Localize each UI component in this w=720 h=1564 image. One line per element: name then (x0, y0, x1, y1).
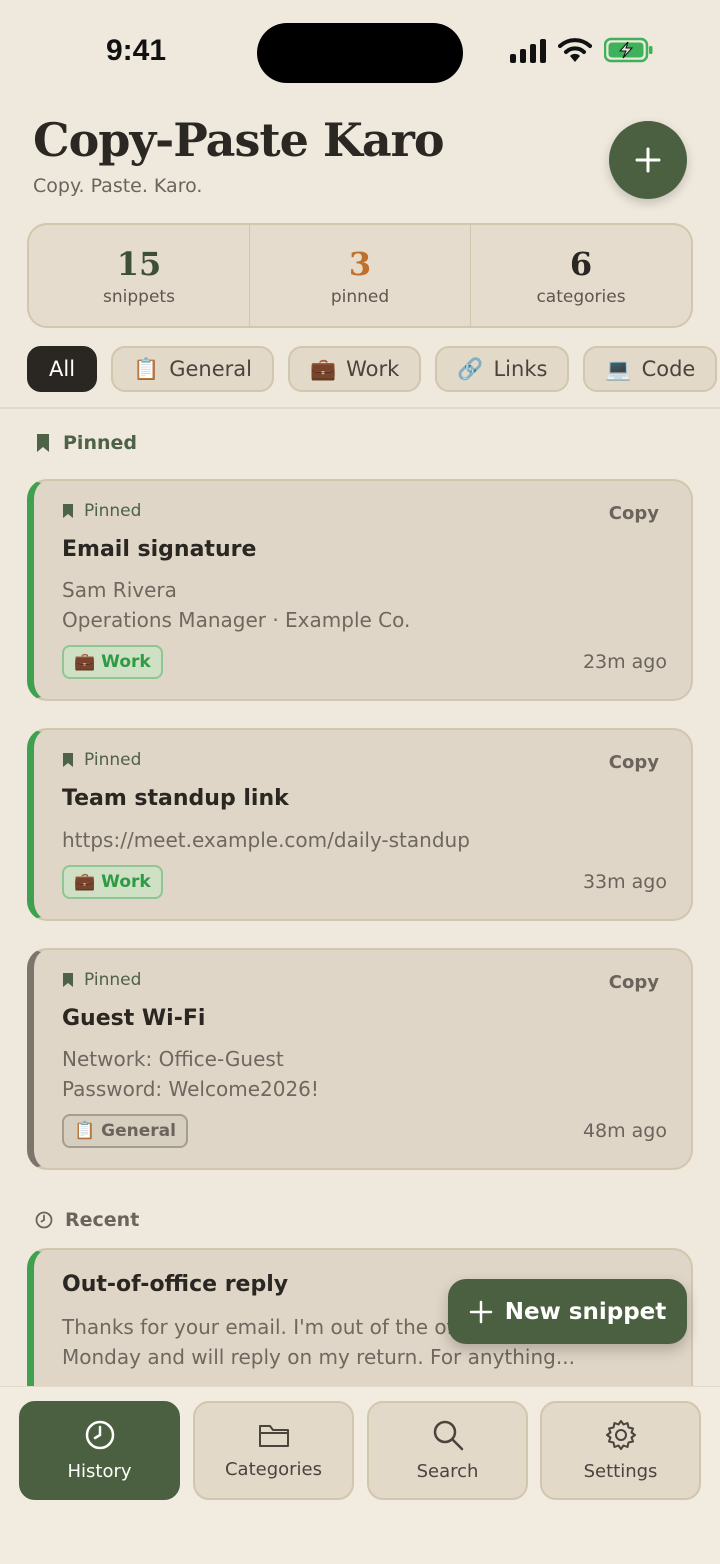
stat-label: snippets (103, 286, 175, 307)
section-title: Recent (65, 1209, 140, 1231)
category-tag: 💼 Work (62, 645, 163, 679)
clipboard-icon: 📋 (74, 1121, 96, 1141)
preview-line: Operations Manager · Example Co. (62, 608, 411, 632)
folder-icon (258, 1425, 289, 1447)
preview-line: Monday and will reply on my return. For … (62, 1345, 575, 1369)
category-filter-bar: All 📋 General 💼 Work 🔗 Links 💻 Code (27, 346, 720, 392)
snippet-title: Out-of-office reply (62, 1272, 289, 1297)
pinned-label: Pinned (62, 970, 141, 990)
nav-search[interactable]: Search (367, 1401, 528, 1500)
preview-line: Password: Welcome2026! (62, 1077, 319, 1101)
status-bar: 9:41 (0, 0, 720, 105)
nav-label: History (67, 1461, 132, 1482)
tag-label: Work (101, 652, 151, 672)
tag-label: General (101, 1121, 176, 1141)
divider (0, 407, 720, 409)
bottom-nav: History Categories Search Settings (0, 1386, 720, 1564)
stat-snippets: 15 snippets (29, 225, 250, 326)
pinned-text: Pinned (84, 970, 142, 990)
copy-button[interactable]: Copy (609, 503, 659, 524)
dynamic-island (257, 23, 463, 83)
nav-settings[interactable]: Settings (540, 1401, 701, 1500)
filter-chip-links[interactable]: 🔗 Links (435, 346, 570, 392)
pinned-text: Pinned (84, 501, 142, 521)
snippet-card[interactable]: Pinned Copy Email signature Sam Rivera O… (27, 479, 693, 701)
filter-chip-general[interactable]: 📋 General (111, 346, 274, 392)
clock-icon (85, 1420, 114, 1450)
nav-label: Search (416, 1461, 479, 1482)
bookmark-icon (63, 753, 73, 767)
snippet-title: Guest Wi-Fi (62, 1006, 206, 1031)
filter-chip-code[interactable]: 💻 Code (583, 346, 718, 392)
filter-chip-all[interactable]: All (27, 346, 98, 392)
snippet-card[interactable]: Pinned Copy Team standup link https://me… (27, 728, 693, 921)
nav-label: Settings (583, 1461, 658, 1482)
category-tag: 📋 General (62, 1114, 188, 1148)
snippet-title: Team standup link (62, 786, 289, 811)
snippet-preview: Network: Office-Guest Password: Welcome2… (62, 1044, 319, 1104)
bookmark-icon (63, 973, 73, 987)
status-time: 9:41 (106, 34, 167, 67)
gear-icon (605, 1420, 636, 1450)
briefcase-icon: 💼 (74, 872, 96, 892)
nav-label: Categories (224, 1459, 323, 1480)
chip-label: All (49, 357, 76, 381)
signal-icon (510, 37, 546, 63)
nav-categories[interactable]: Categories (193, 1401, 354, 1500)
clock-icon (35, 1211, 53, 1229)
stat-value: 3 (348, 244, 372, 283)
chip-label: Code (641, 357, 696, 381)
section-header-recent: Recent (35, 1209, 139, 1231)
status-icons (510, 37, 654, 63)
pinned-text: Pinned (84, 750, 142, 770)
clipboard-icon: 📋 (133, 356, 160, 381)
briefcase-icon: 💼 (309, 356, 337, 381)
tag-label: Work (101, 872, 151, 892)
stat-categories: 6 categories (471, 225, 691, 326)
stat-label: pinned (330, 286, 390, 307)
pinned-label: Pinned (62, 501, 141, 521)
wifi-icon (558, 38, 592, 62)
bookmark-icon (37, 434, 49, 452)
add-snippet-button[interactable] (609, 121, 687, 199)
stat-pinned: 3 pinned (250, 225, 471, 326)
app-title: Copy-Paste Karo (33, 113, 445, 167)
category-tag: 💼 Work (62, 865, 163, 899)
bookmark-icon (63, 504, 73, 518)
copy-button[interactable]: Copy (609, 972, 659, 993)
plus-icon (469, 1300, 492, 1323)
stats-panel: 15 snippets 3 pinned 6 categories (27, 223, 693, 328)
stat-label: categories (536, 286, 626, 307)
new-snippet-button[interactable]: New snippet (448, 1279, 687, 1344)
stat-value: 15 (116, 244, 162, 283)
app-subtitle: Copy. Paste. Karo. (33, 175, 203, 197)
chip-label: General (169, 357, 252, 381)
section-title: Pinned (63, 432, 137, 454)
timestamp: 48m ago (582, 1120, 667, 1142)
copy-button[interactable]: Copy (609, 752, 659, 773)
nav-history[interactable]: History (19, 1401, 180, 1500)
chip-label: Work (346, 357, 400, 381)
snippet-title: Email signature (62, 537, 257, 562)
snippet-preview: https://meet.example.com/daily-standup (62, 825, 470, 855)
laptop-icon: 💻 (605, 356, 632, 381)
stat-value: 6 (569, 244, 593, 283)
section-header-pinned: Pinned (35, 432, 137, 454)
snippet-card[interactable]: Pinned Copy Guest Wi-Fi Network: Office-… (27, 948, 693, 1170)
fab-label: New snippet (504, 1298, 667, 1325)
plus-icon (635, 147, 661, 173)
preview-line: https://meet.example.com/daily-standup (62, 828, 470, 852)
briefcase-icon: 💼 (74, 652, 96, 672)
preview-line: Network: Office-Guest (62, 1047, 284, 1071)
search-icon (433, 1420, 463, 1451)
pinned-label: Pinned (62, 750, 141, 770)
timestamp: 33m ago (582, 871, 667, 893)
chip-label: Links (493, 357, 548, 381)
timestamp: 23m ago (582, 651, 667, 673)
preview-line: Sam Rivera (62, 578, 177, 602)
battery-icon (604, 37, 653, 63)
filter-chip-work[interactable]: 💼 Work (287, 346, 422, 392)
snippet-preview: Sam Rivera Operations Manager · Example … (62, 575, 410, 635)
link-icon: 🔗 (457, 356, 484, 381)
